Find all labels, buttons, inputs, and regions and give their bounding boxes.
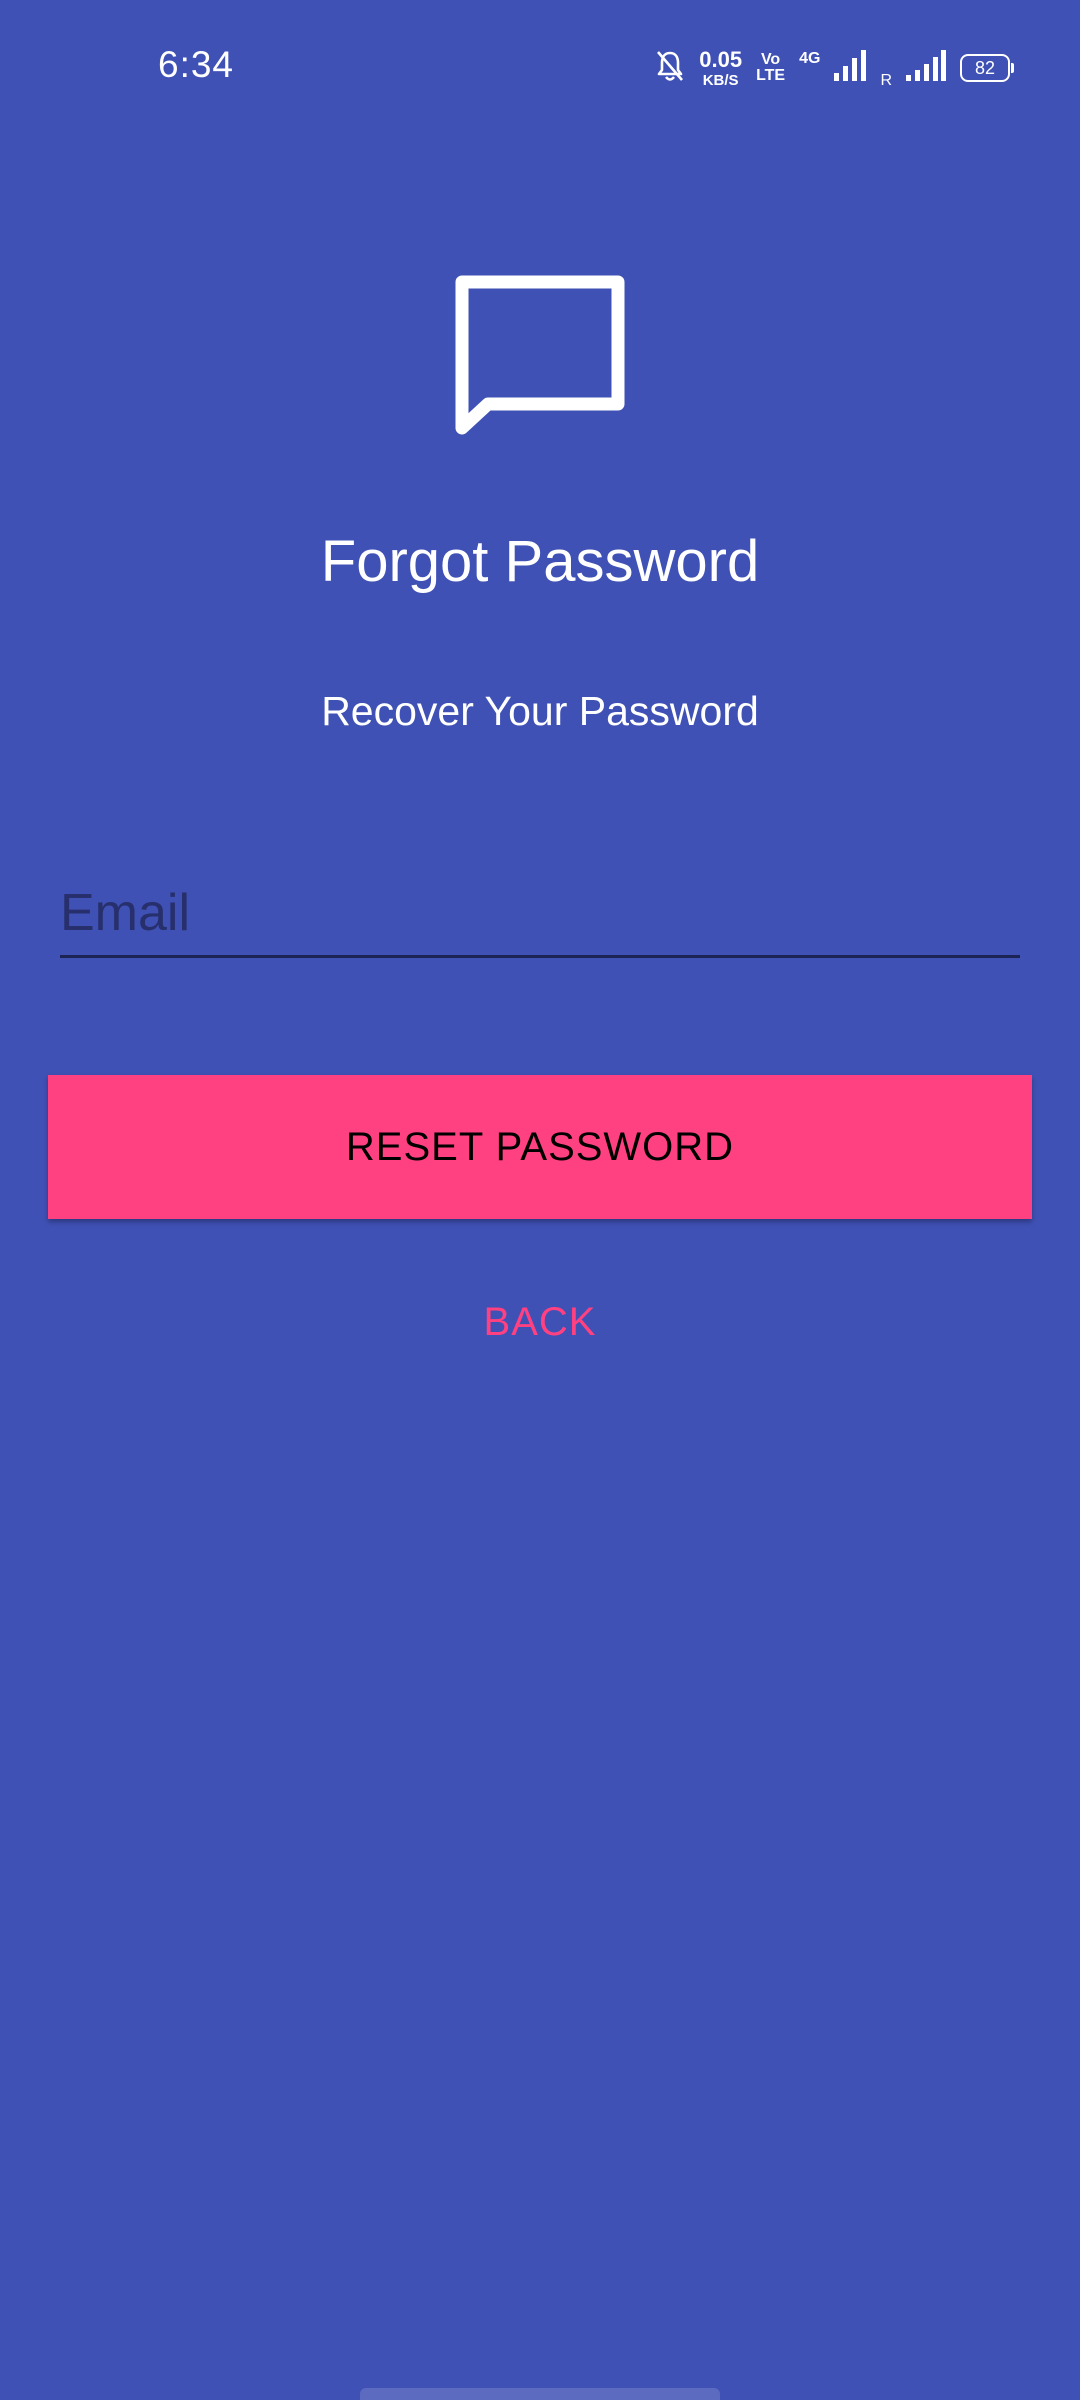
status-icons: 0.05 KB/S Vo LTE 4G R 82: [655, 46, 1014, 90]
signal-4g-icon: [834, 49, 867, 88]
bell-off-icon: [655, 49, 685, 88]
email-field[interactable]: [60, 870, 1020, 958]
network-speed: 0.05 KB/S: [699, 46, 743, 89]
reset-password-button[interactable]: RESET PASSWORD: [48, 1075, 1032, 1219]
signal-roaming-icon: [906, 49, 946, 88]
page-title: Forgot Password: [320, 529, 760, 594]
battery-level: 82: [974, 57, 996, 78]
gesture-bar[interactable]: [360, 2388, 720, 2400]
volte-top: Vo: [760, 51, 781, 68]
back-button[interactable]: BACK: [390, 1290, 690, 1354]
volte-bottom: LTE: [756, 67, 786, 84]
page-subtitle: Recover Your Password: [321, 688, 759, 734]
roaming-indicator: R: [880, 72, 892, 89]
status-time: 6:34: [158, 44, 235, 85]
chat-bubble-icon: [448, 268, 632, 448]
battery-icon: 82: [960, 54, 1014, 82]
status-bar: 6:34 0.05 KB/S Vo LTE 4G R 82: [0, 0, 1080, 140]
network-speed-unit: KB/S: [702, 71, 739, 89]
network-speed-value: 0.05: [699, 46, 743, 72]
network-type: 4G: [799, 50, 821, 67]
volte-indicator: Vo LTE: [756, 52, 785, 84]
